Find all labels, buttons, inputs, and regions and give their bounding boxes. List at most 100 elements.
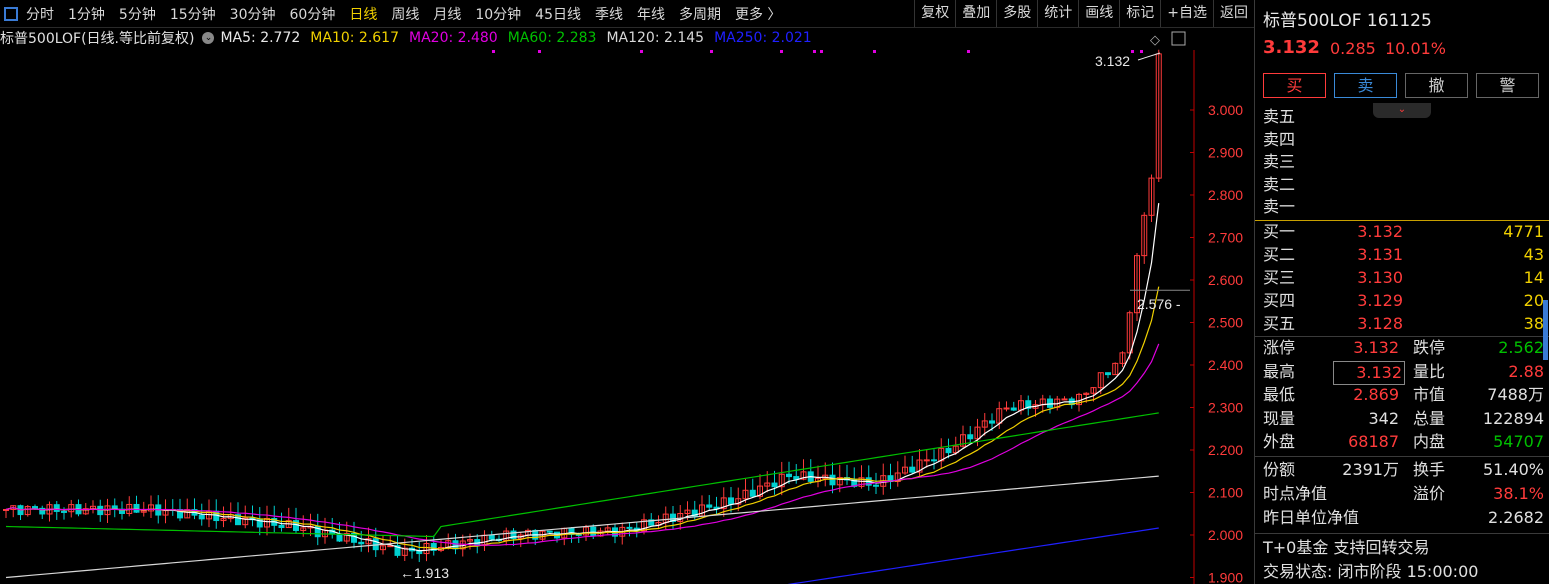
stat-value: 2.869 bbox=[1353, 385, 1399, 404]
ask-row[interactable]: 卖二 bbox=[1263, 174, 1544, 196]
stat-label: 时点净值 bbox=[1263, 483, 1328, 503]
y-tick-label: 2.400 bbox=[1208, 357, 1243, 373]
toolbar-button[interactable]: 多股 bbox=[996, 0, 1037, 27]
candle-body bbox=[786, 473, 792, 478]
period-tab[interactable]: 周线 bbox=[391, 4, 419, 24]
ask-row[interactable]: 卖四 bbox=[1263, 129, 1544, 151]
sidebar-toggle-icon[interactable] bbox=[4, 6, 18, 21]
candle-body bbox=[358, 541, 365, 545]
bid-price: 3.132 bbox=[1357, 222, 1403, 241]
candle-body bbox=[1105, 372, 1111, 376]
candle-body bbox=[488, 534, 495, 540]
nav-row: 昨日单位净值 2.2682 bbox=[1263, 507, 1544, 529]
toolbar-button[interactable]: 标记 bbox=[1119, 0, 1160, 27]
stat-label: 份额 bbox=[1263, 460, 1296, 479]
period-tab[interactable]: 多周期 bbox=[679, 4, 721, 24]
y-tick-label: 3.000 bbox=[1208, 102, 1243, 118]
ask-label: 卖二 bbox=[1263, 174, 1296, 194]
ask-row[interactable]: 卖三 bbox=[1263, 151, 1544, 173]
alert-button[interactable]: 警 bbox=[1476, 73, 1539, 98]
period-tab[interactable]: 5分钟 bbox=[119, 4, 156, 24]
bid-volume: 43 bbox=[1523, 245, 1544, 264]
panel-toggle-icon[interactable] bbox=[1171, 31, 1186, 46]
y-tick-label: 2.900 bbox=[1208, 145, 1243, 161]
bid-label: 买二 bbox=[1263, 245, 1296, 264]
candle-body bbox=[546, 530, 553, 533]
candle-body bbox=[931, 459, 937, 462]
buy-button[interactable]: 买 bbox=[1263, 73, 1326, 98]
toolbar-button[interactable]: 叠加 bbox=[955, 0, 996, 27]
signal-marker bbox=[820, 50, 823, 53]
stat-row: 时点净值 溢价 38.1% bbox=[1263, 483, 1544, 505]
candle-body bbox=[909, 466, 916, 473]
price-change: 0.285 bbox=[1330, 39, 1376, 58]
cancel-order-button[interactable]: 撤 bbox=[1405, 73, 1468, 98]
bid-volume: 38 bbox=[1523, 314, 1544, 333]
stat-value: 3.132 bbox=[1333, 360, 1405, 385]
period-tab[interactable]: 45日线 bbox=[535, 4, 581, 24]
toolbar-button[interactable]: +自选 bbox=[1160, 0, 1213, 27]
sell-button[interactable]: 卖 bbox=[1334, 73, 1397, 98]
stat-value: 2.88 bbox=[1508, 361, 1544, 381]
bid-row[interactable]: 买四 3.129 20 bbox=[1263, 290, 1544, 312]
last-price: 3.132 bbox=[1263, 37, 1320, 58]
cursor-price-label: 2.576 - bbox=[1137, 296, 1181, 312]
stat-value: 68187 bbox=[1348, 432, 1399, 451]
toolbar-button[interactable]: 复权 bbox=[914, 0, 955, 27]
period-tab[interactable]: 更多 〉 bbox=[735, 4, 781, 24]
candle-body bbox=[829, 474, 836, 486]
kline-chart[interactable]: 3.000 2.900 2.800 2.700 2.600 2.500 2.400 2.300… bbox=[0, 0, 1254, 584]
candle-body bbox=[452, 540, 459, 550]
stat-row: 外盘 68187 内盘 54707 bbox=[1263, 431, 1544, 453]
ma-legend-item: MA60: 2.283 bbox=[507, 30, 597, 46]
toolbar-button[interactable]: 统计 bbox=[1037, 0, 1078, 27]
period-tab[interactable]: 15分钟 bbox=[170, 4, 216, 24]
stat-label: 涨停 bbox=[1263, 338, 1296, 357]
y-tick-label: 2.200 bbox=[1208, 442, 1243, 458]
stat-value: 38.1% bbox=[1493, 483, 1544, 503]
bid-row[interactable]: 买一 3.132 4771 bbox=[1263, 221, 1544, 243]
candle-body bbox=[1061, 398, 1068, 401]
toolbar-button[interactable]: 返回 bbox=[1213, 0, 1254, 27]
period-tab[interactable]: 分时 bbox=[26, 4, 54, 24]
y-tick-label: 2.000 bbox=[1208, 527, 1243, 543]
ask-row[interactable]: 卖五 bbox=[1263, 106, 1544, 128]
toolbar-button[interactable]: 画线 bbox=[1078, 0, 1119, 27]
ma120-line bbox=[5, 475, 1159, 579]
period-tab[interactable]: 月线 bbox=[433, 4, 461, 24]
stat-value: 342 bbox=[1368, 408, 1399, 428]
stat-label: 总量 bbox=[1413, 408, 1446, 428]
diamond-icon[interactable]: ◇ bbox=[1150, 33, 1160, 48]
stat-label: 跌停 bbox=[1413, 338, 1446, 357]
stat-value: 3.132 bbox=[1353, 338, 1399, 357]
period-tab[interactable]: 日线 bbox=[349, 4, 377, 24]
ask-row[interactable]: 卖一 bbox=[1263, 196, 1544, 218]
panel-scrollbar[interactable] bbox=[1543, 300, 1548, 360]
period-tab[interactable]: 季线 bbox=[595, 4, 623, 24]
stat-label: 最高 bbox=[1263, 361, 1296, 381]
stat-row: 份额 2391万 换手 51.40% bbox=[1263, 459, 1544, 481]
bid-row[interactable]: 买五 3.128 38 bbox=[1263, 313, 1544, 335]
stat-row: 涨停 3.132 跌停 2.562 bbox=[1263, 337, 1544, 359]
stat-label: 换手 bbox=[1413, 460, 1446, 479]
bid-row[interactable]: 买三 3.130 14 bbox=[1263, 267, 1544, 289]
signal-marker bbox=[967, 50, 970, 53]
bid-price: 3.129 bbox=[1357, 291, 1403, 310]
y-tick-label: 2.800 bbox=[1208, 187, 1243, 203]
low-price-label: ←1.913 bbox=[400, 565, 449, 581]
stat-value: 2.562 bbox=[1498, 338, 1544, 357]
signal-marker bbox=[1140, 50, 1143, 53]
period-tab[interactable]: 1分钟 bbox=[68, 4, 105, 24]
candle-body bbox=[372, 538, 379, 551]
signal-marker bbox=[710, 50, 713, 53]
chevron-down-icon[interactable]: ⌄ bbox=[202, 32, 215, 44]
candle-body bbox=[967, 434, 974, 440]
bid-price: 3.131 bbox=[1357, 245, 1403, 264]
period-tab[interactable]: 10分钟 bbox=[475, 4, 521, 24]
period-tab[interactable]: 30分钟 bbox=[230, 4, 276, 24]
stat-label: 外盘 bbox=[1263, 432, 1296, 451]
ma-legend-item: MA20: 2.480 bbox=[409, 30, 498, 46]
period-tab[interactable]: 年线 bbox=[637, 4, 665, 24]
bid-row[interactable]: 买二 3.131 43 bbox=[1263, 244, 1544, 266]
period-tab[interactable]: 60分钟 bbox=[290, 4, 336, 24]
